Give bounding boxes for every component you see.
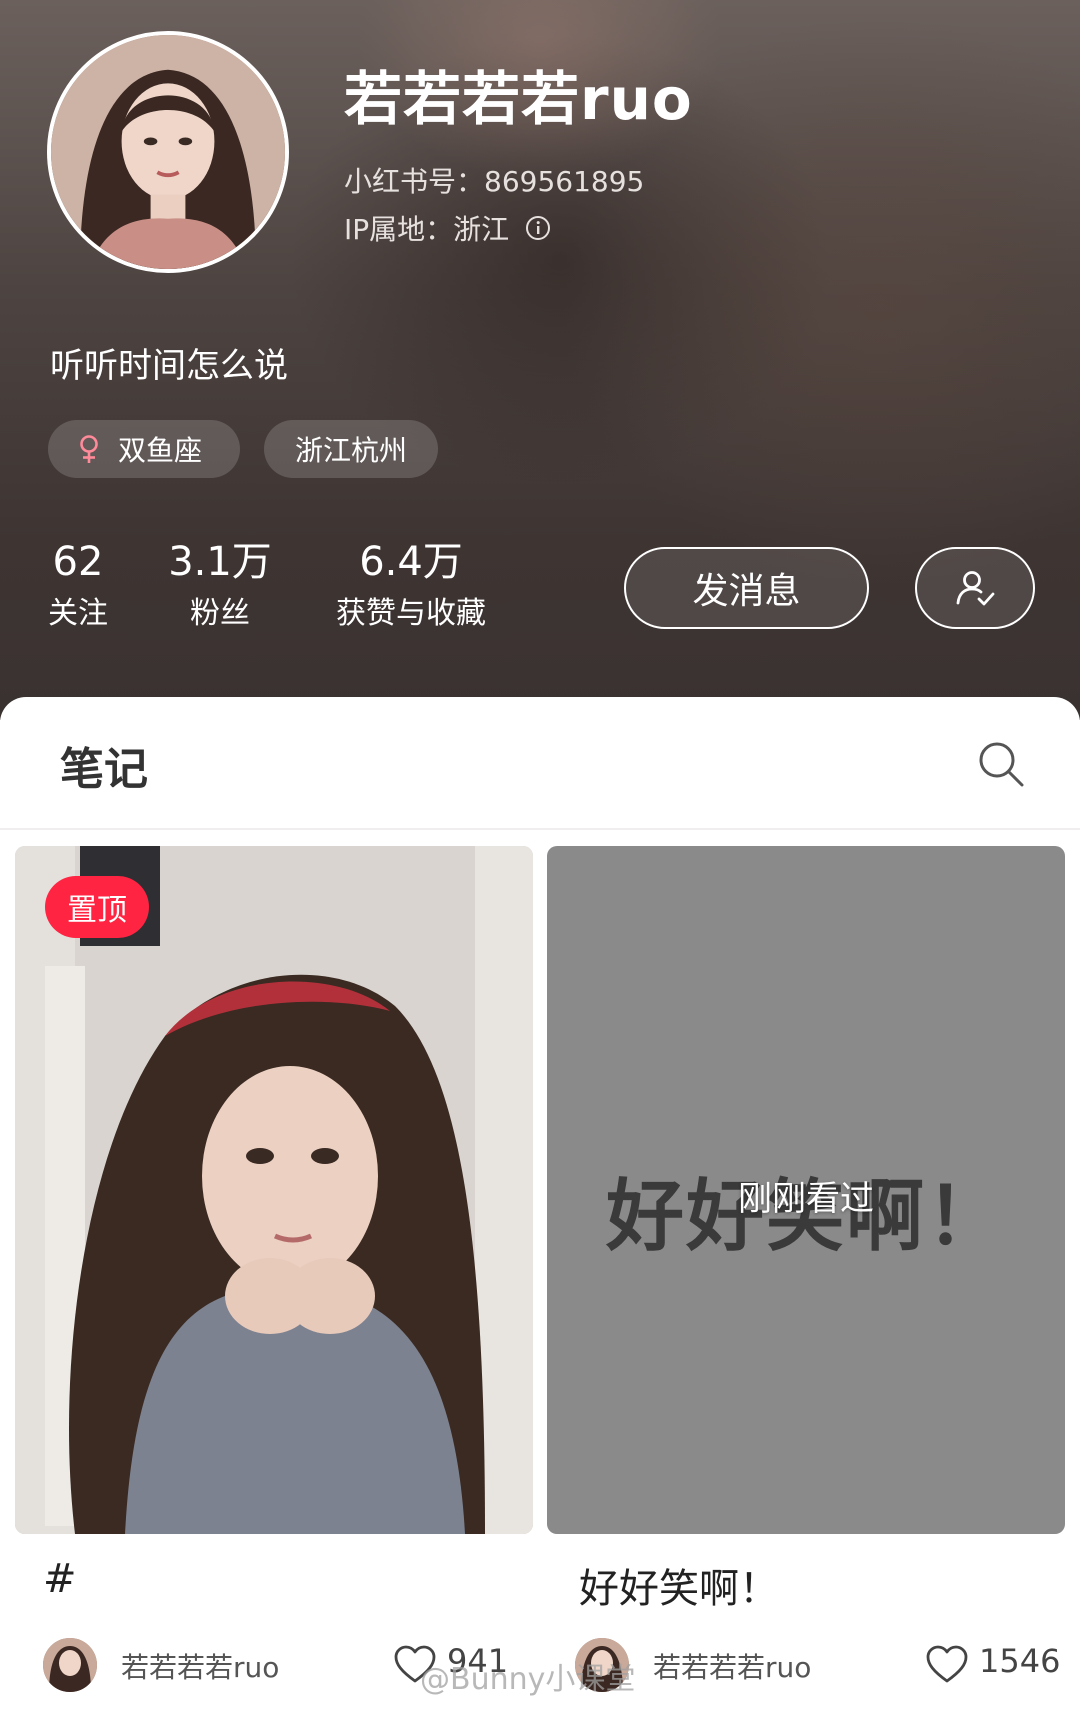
note-photo	[15, 846, 533, 1534]
note-cover-image[interactable]: 好好笑啊！ 刚刚看过	[547, 846, 1065, 1534]
tag-zodiac: 双鱼座	[48, 420, 240, 478]
watermark: @Bunny小课堂	[420, 1662, 636, 1697]
stat-following-count: 62	[52, 539, 104, 585]
pinned-badge: 置顶	[45, 876, 149, 938]
tab-notes[interactable]: 笔记	[60, 733, 148, 797]
stat-likes-count: 6.4万	[359, 539, 463, 585]
profile-ip-location: IP属地：浙江	[344, 208, 551, 248]
info-icon[interactable]	[525, 215, 551, 241]
stat-fans-count: 3.1万	[168, 539, 272, 585]
heart-icon[interactable]	[925, 1644, 969, 1684]
stat-fans-label: 粉丝	[190, 596, 250, 631]
note-title[interactable]: 好好笑啊！	[579, 1556, 779, 1614]
author-avatar[interactable]	[43, 1638, 97, 1692]
stat-fans[interactable]: 3.1万 粉丝	[162, 538, 278, 636]
search-icon[interactable]	[976, 739, 1026, 789]
tag-location-label: 浙江杭州	[294, 434, 407, 467]
profile-id: 小红书号：869561895	[344, 160, 644, 200]
profile-ip-text: IP属地：浙江	[344, 213, 510, 246]
stat-following-label: 关注	[48, 596, 108, 631]
stat-likes-label: 获赞与收藏	[336, 596, 486, 631]
author-name[interactable]: 若若若若ruo	[653, 1646, 811, 1686]
like-count: 1546	[979, 1642, 1061, 1680]
stat-likes[interactable]: 6.4万 获赞与收藏	[326, 538, 496, 636]
send-message-button[interactable]: 发消息	[624, 547, 869, 629]
tag-zodiac-label: 双鱼座	[118, 434, 203, 467]
recently-viewed-label: 刚刚看过	[738, 1179, 874, 1219]
note-title[interactable]: #	[43, 1556, 77, 1602]
followed-button[interactable]	[915, 547, 1035, 629]
avatar-photo	[51, 35, 285, 269]
author-name[interactable]: 若若若若ruo	[121, 1646, 279, 1686]
profile-id-text: 小红书号：869561895	[344, 165, 645, 198]
stat-following[interactable]: 62 关注	[38, 538, 118, 636]
note-cover-image[interactable]	[15, 846, 533, 1534]
female-icon	[76, 434, 102, 464]
tag-location: 浙江杭州	[264, 420, 438, 478]
profile-header: 若若若若ruo 小红书号：869561895 IP属地：浙江 听听时间怎么说 双…	[0, 0, 1080, 720]
profile-avatar[interactable]	[47, 31, 289, 273]
content-panel: 笔记 置顶 # 若若若若ruo 941 好好笑啊！ 刚刚看过 好好笑啊！ 若若若…	[0, 697, 1080, 1709]
panel-divider	[0, 828, 1080, 830]
profile-bio: 听听时间怎么说	[50, 346, 288, 386]
profile-nickname: 若若若若ruo	[344, 65, 693, 133]
user-check-icon	[956, 571, 995, 606]
